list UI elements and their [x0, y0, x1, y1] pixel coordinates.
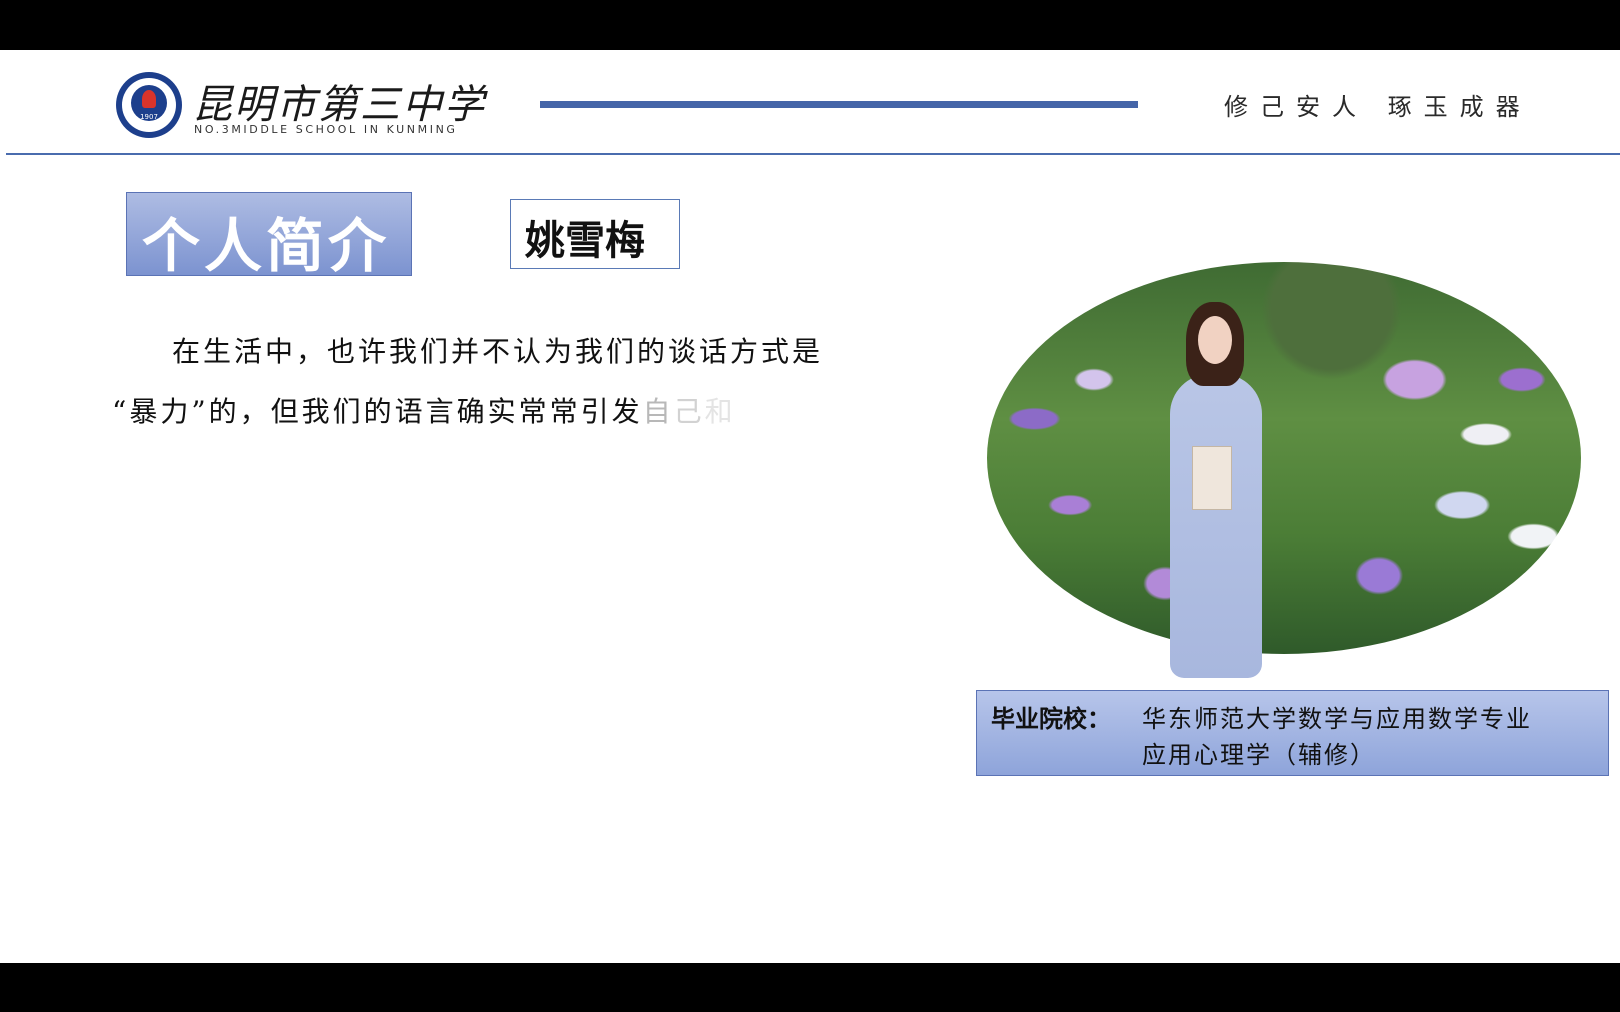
portrait-photo	[987, 262, 1581, 654]
person-name: 姚雪梅	[525, 217, 645, 264]
section-title-box: 个人简介	[126, 192, 412, 280]
bottom-letterbox	[0, 963, 1620, 1012]
intro-paragraph: 在生活中，也许我们并不认为我们的谈话方式是 “暴力”的，但我们的语言确实常常引发…	[112, 322, 892, 442]
school-name-cn: 昆明市第三中学	[192, 82, 486, 128]
name-box: 姚雪梅	[510, 199, 680, 269]
paragraph-line-2: “暴力”的，但我们的语言确实常常引发自己和	[112, 382, 892, 442]
book-icon	[1192, 446, 1232, 510]
school-logo-icon: 1907	[116, 72, 182, 138]
paragraph-line-1: 在生活中，也许我们并不认为我们的谈话方式是	[172, 335, 824, 368]
school-motto: 修己安人 琢玉成器	[1224, 93, 1532, 121]
paragraph-fading-char: 己	[673, 395, 705, 428]
education-line-1: 华东师范大学数学与应用数学专业	[1142, 705, 1532, 733]
header-divider	[6, 153, 1620, 155]
section-title: 个人简介	[142, 212, 391, 280]
education-line-2: 应用心理学（辅修）	[1142, 741, 1376, 769]
header-accent-bar	[540, 101, 1138, 108]
presentation-slide: 1907 昆明市第三中学 NO.3MIDDLE SCHOOL IN KUNMIN…	[0, 50, 1620, 963]
paragraph-fading-char: 自	[642, 395, 674, 428]
person-figure	[1162, 302, 1266, 678]
education-box: 毕业院校： 华东师范大学数学与应用数学专业 应用心理学（辅修）	[976, 690, 1609, 776]
paragraph-line-2-text: “暴力”的，但我们的语言确实常常引发	[112, 395, 643, 428]
paragraph-fading-char: 和	[704, 395, 736, 428]
top-letterbox	[0, 0, 1620, 50]
logo-year: 1907	[140, 113, 158, 121]
school-name-en: NO.3MIDDLE SCHOOL IN KUNMING	[194, 123, 458, 136]
education-label: 毕业院校：	[991, 704, 1111, 733]
